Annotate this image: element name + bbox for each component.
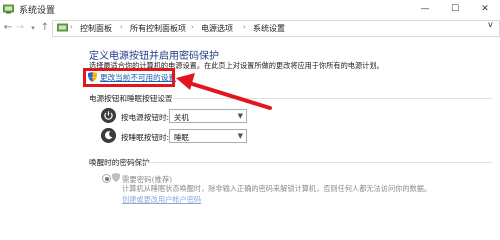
shield-icon [112,173,120,182]
window-title: 系统设置 [19,6,56,16]
change-account-password-link[interactable]: 创建或更改用户帐户密码 [122,195,201,205]
power-button-icon [101,108,116,123]
search-box-edge[interactable]: v [488,20,493,29]
require-password-radio[interactable] [102,174,111,183]
power-button-action-value: 关机 [174,113,189,122]
chevron-down-icon: ▼ [237,132,243,140]
breadcrumb-separator: › [243,23,246,31]
up-button[interactable]: ↑ [39,21,51,35]
sleep-button-icon [101,128,116,143]
require-password-description: 计算机从睡眠状态唤醒时，除非输入正确的密码来解锁计算机，否则任何人都无法访问你的… [122,184,432,193]
breadcrumb-separator: › [120,23,123,31]
chevron-down-icon: ▼ [237,112,243,120]
breadcrumb-power-options[interactable]: 电源选项 [201,23,233,34]
title-bar: 系统设置 — ☐ ✕ [0,0,500,19]
maximize-button[interactable]: ☐ [440,0,470,18]
section-divider [162,98,492,99]
power-button-action-select[interactable]: 关机 ▼ [169,109,247,123]
main-content: 定义电源按钮并启用密码保护 选择最适合你的计算机的电源设置。在此页上对设置所做的… [0,38,500,208]
breadcrumb-control-panel[interactable]: 控制面板 [80,23,112,34]
breadcrumb-separator: › [70,23,73,31]
forward-button[interactable]: → [14,21,26,35]
breadcrumb-all-items[interactable]: 所有控制面板项 [130,23,186,34]
breadcrumb-system-settings[interactable]: 系统设置 [253,23,285,34]
power-buttons-section-title: 电源按钮和睡眠按钮设置 [89,94,173,103]
radio-selected-dot [104,176,109,181]
section-divider [140,162,492,163]
close-button[interactable]: ✕ [470,0,500,18]
control-panel-icon [57,23,68,32]
sleep-button-label: 按睡眠按钮时: [121,133,170,142]
power-button-label: 按电源按钮时: [121,113,170,122]
power-options-icon [3,4,14,14]
sleep-button-action-value: 睡眠 [174,133,189,142]
minimize-button[interactable]: — [410,0,440,18]
recent-locations-dropdown[interactable]: ▾ [27,21,39,35]
sleep-button-action-select[interactable]: 睡眠 ▼ [169,129,247,143]
page-title: 定义电源按钮并启用密码保护 [89,51,219,62]
back-button[interactable]: ← [2,21,14,35]
address-bar: ← → ▾ ↑ › 控制面板 › 所有控制面板项 › 电源选项 › 系统设置 v [0,18,500,38]
annotation-highlight-box [83,68,175,87]
breadcrumb-separator: › [191,23,194,31]
breadcrumb[interactable]: › 控制面板 › 所有控制面板项 › 电源选项 › 系统设置 [52,20,500,37]
